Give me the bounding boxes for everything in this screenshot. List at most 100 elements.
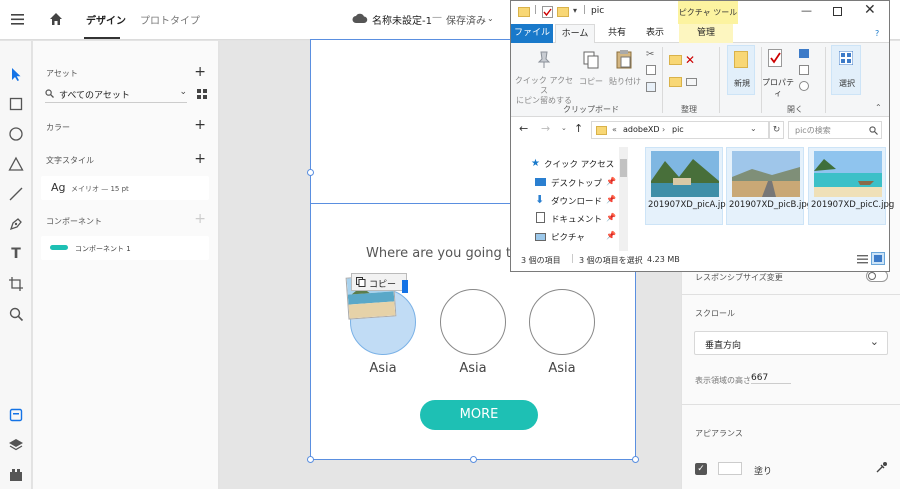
artboard-tool-icon[interactable] [8, 276, 24, 292]
zoom-tool-icon[interactable] [8, 306, 24, 322]
assets-title: アセット [46, 69, 78, 78]
up-arrow-icon[interactable]: ↑ [574, 122, 583, 135]
paste-icon [616, 49, 632, 69]
tab-share[interactable]: 共有 [599, 24, 635, 43]
maximize-button[interactable] [833, 7, 842, 16]
nav-desktop[interactable]: デスクトップ [551, 177, 602, 189]
more-button[interactable]: MORE [420, 400, 538, 430]
refresh-button[interactable]: ↻ [769, 121, 784, 139]
chevron-down-icon[interactable]: ⌄ [487, 14, 494, 23]
new-folder-quick-icon[interactable] [557, 7, 569, 17]
home-icon[interactable] [49, 12, 63, 26]
edit-icon[interactable] [799, 65, 809, 75]
viewport-height-input[interactable]: 667 [751, 373, 791, 384]
tab-home[interactable]: ホーム [555, 24, 595, 43]
tab-file[interactable]: ファイル [511, 24, 553, 43]
line-tool-icon[interactable] [8, 186, 24, 202]
chevron-down-icon[interactable]: ⌄ [750, 124, 757, 133]
tab-design-underline [84, 37, 120, 39]
layers-panel-icon[interactable] [8, 437, 24, 453]
select-tool-icon[interactable] [8, 66, 24, 82]
char-style-item[interactable]: Ag メイリオ — 15 pt [41, 176, 209, 200]
new-folder-button[interactable]: 新規 [727, 45, 755, 95]
grid-view-icon[interactable] [197, 89, 207, 99]
ellipse-tool-icon[interactable] [8, 126, 24, 142]
path-segment-pic[interactable]: pic [672, 125, 684, 134]
nav-documents[interactable]: ドキュメント [551, 213, 602, 225]
pin-to-quick-access-button[interactable]: クイック アクセス にピン留めする [513, 76, 575, 106]
forward-arrow-icon[interactable]: → [541, 122, 550, 135]
resize-handle[interactable] [307, 456, 314, 463]
destination-circle-3[interactable] [529, 289, 595, 355]
resize-handle[interactable] [307, 169, 314, 176]
section-heading[interactable]: Where are you going to [366, 246, 519, 261]
fill-label: 塗り [754, 467, 773, 477]
scrollbar-thumb[interactable] [620, 159, 627, 177]
polygon-tool-icon[interactable] [8, 156, 24, 172]
add-asset-button[interactable]: + [194, 65, 206, 79]
properties-quick-icon[interactable] [542, 6, 553, 18]
path-overflow[interactable]: « [612, 125, 617, 134]
move-to-icon[interactable] [669, 55, 682, 65]
delete-icon[interactable]: ✕ [685, 53, 695, 67]
add-component-button[interactable]: + [194, 212, 206, 226]
rename-icon[interactable] [686, 78, 697, 86]
fill-color-swatch[interactable] [718, 462, 742, 475]
add-color-button[interactable]: + [194, 118, 206, 132]
close-button[interactable]: ✕ [864, 2, 876, 18]
path-segment-adobexd[interactable]: adobeXD [623, 125, 660, 134]
text-tool-icon[interactable]: T [8, 246, 24, 262]
cut-icon[interactable]: ✂ [646, 49, 654, 60]
plugins-panel-icon[interactable] [8, 467, 24, 483]
nav-pictures[interactable]: ピクチャ [551, 231, 585, 243]
tab-view[interactable]: 表示 [637, 24, 673, 43]
search-box[interactable]: picの検索 [788, 121, 882, 139]
destination-circle-2[interactable] [440, 289, 506, 355]
properties-button[interactable]: プロパティ [759, 77, 797, 99]
component-item[interactable]: コンポーネント 1 [41, 236, 209, 260]
rectangle-tool-icon[interactable] [8, 96, 24, 112]
file-tile[interactable]: 201907XD_picA.jpg [645, 147, 731, 225]
nav-downloads[interactable]: ダウンロード [551, 195, 602, 207]
resize-handle[interactable] [470, 456, 477, 463]
open-icon[interactable] [799, 49, 809, 58]
file-tile[interactable]: 201907XD_picB.jpg [726, 147, 812, 225]
copy-to-icon[interactable] [669, 77, 682, 87]
paste-shortcut-icon[interactable] [646, 82, 656, 92]
file-tile[interactable]: 201907XD_picC.jpg [808, 147, 894, 225]
minimize-button[interactable]: — [801, 4, 812, 17]
collapse-ribbon-icon[interactable]: ⌃ [875, 103, 882, 112]
paste-button[interactable]: 貼り付け [607, 76, 643, 87]
assets-panel-icon[interactable] [8, 407, 24, 423]
address-bar[interactable]: « adobeXD › pic ⌄ [591, 121, 769, 139]
hamburger-menu-icon[interactable] [11, 13, 24, 25]
document-title[interactable]: 名称未設定-1 [372, 12, 432, 27]
history-icon[interactable] [799, 81, 809, 91]
details-view-icon[interactable] [857, 254, 868, 264]
select-button[interactable]: 選択 [831, 45, 861, 95]
copy-button[interactable]: コピー [577, 76, 605, 87]
title-separator: | [534, 5, 538, 15]
assets-filter-dropdown[interactable]: すべてのアセット ⌄ [45, 87, 187, 103]
add-char-style-button[interactable]: + [194, 152, 206, 166]
component-name: コンポーネント 1 [75, 245, 131, 253]
chevron-down-icon[interactable]: ▾ [573, 6, 577, 15]
nav-scrollbar[interactable] [619, 147, 628, 251]
tab-prototype[interactable]: プロトタイプ [140, 12, 200, 27]
fill-checkbox[interactable]: ✓ [695, 463, 707, 475]
tab-manage[interactable]: 管理 [679, 24, 733, 43]
eyedropper-icon[interactable] [875, 461, 888, 474]
recent-locations-icon[interactable]: ⌄ [561, 124, 567, 132]
select-label: 選択 [839, 79, 855, 88]
scroll-direction-dropdown[interactable]: 垂直方向 ⌄ [694, 331, 888, 355]
open-group-label: 開く [787, 105, 803, 114]
pen-tool-icon[interactable] [8, 216, 24, 232]
back-arrow-icon[interactable]: ← [519, 122, 528, 135]
large-icons-view-icon[interactable] [871, 252, 885, 265]
resize-handle[interactable] [632, 456, 639, 463]
nav-quick-access[interactable]: クイック アクセス [544, 158, 614, 170]
tab-design[interactable]: デザイン [86, 12, 126, 27]
copy-path-icon[interactable] [646, 65, 656, 75]
char-styles-title: 文字スタイル [46, 156, 94, 165]
help-icon[interactable]: ? [875, 29, 879, 38]
